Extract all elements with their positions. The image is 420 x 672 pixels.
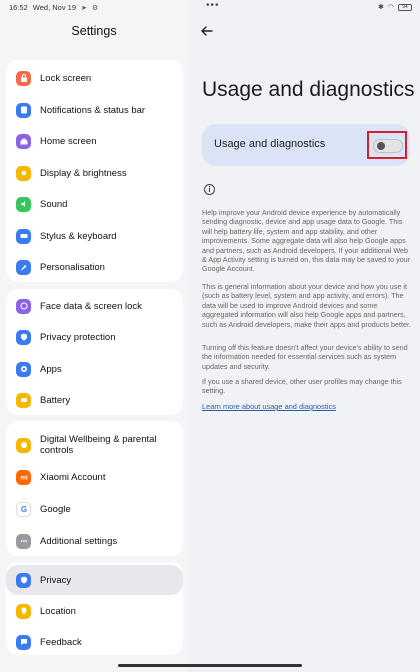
toggle-highlight-box <box>367 131 407 159</box>
toggle-label: Usage and diagnostics <box>214 138 326 150</box>
feedback-icon <box>16 634 31 650</box>
wifi-icon: ◠ <box>387 4 394 11</box>
sidebar-item-privacy[interactable]: Privacy <box>6 565 183 595</box>
sidebar-item-label: Display & brightness <box>40 167 127 179</box>
sidebar-item-label: Stylus & keyboard <box>40 230 117 242</box>
sidebar-item-label: Apps <box>40 363 62 375</box>
detail-pane: ••• ✱ ◠ 94 Usage and diagnostics Usage a… <box>188 0 420 672</box>
status-icons: ✱ ◠ 94 <box>378 3 412 11</box>
sidebar-item-battery[interactable]: Battery <box>6 385 183 415</box>
sidebar-item-stylus-keyboard[interactable]: Stylus & keyboard <box>6 221 183 251</box>
description-paragraph-4: If you use a shared device, other user p… <box>202 377 402 396</box>
google-icon: G <box>16 501 31 517</box>
description-paragraph-2: This is general information about your d… <box>202 282 411 329</box>
sidebar-item-label: Sound <box>40 198 68 210</box>
lock-icon <box>16 70 31 86</box>
sidebar-item-label: Google <box>40 503 71 515</box>
home-indicator[interactable] <box>118 664 302 667</box>
sidebar-item-label: Personalisation <box>40 261 105 273</box>
page-title: Usage and diagnostics <box>202 78 415 101</box>
sidebar-title: Settings <box>71 24 117 38</box>
sidebar-item-label: Location <box>40 605 76 617</box>
description-paragraph-1: Help improve your Android device experie… <box>202 208 411 274</box>
sidebar-item-personalisation[interactable]: Personalisation <box>6 252 183 282</box>
apps-icon <box>16 361 31 377</box>
battery-icon <box>16 392 31 408</box>
send-icon: ➤ <box>81 4 87 12</box>
settings-group-card: Privacy Location Feedback <box>6 562 183 655</box>
status-bar-left: 16:52 Wed, Nov 19 ➤ ⚙ <box>9 3 98 12</box>
location-icon <box>16 603 31 619</box>
sidebar-item-label: Lock screen <box>40 72 92 84</box>
wellbeing-icon <box>16 437 31 453</box>
mi-icon: mi <box>16 469 31 485</box>
settings-group-card: Face data & screen lock Privacy protectio… <box>6 289 183 415</box>
more-icon <box>16 533 31 549</box>
usage-diagnostics-row[interactable]: Usage and diagnostics <box>202 124 410 166</box>
settings-group-card: Digital Wellbeing & parental controls mi X… <box>6 421 183 556</box>
status-time: 16:52 <box>9 3 28 12</box>
sidebar-item-apps[interactable]: Apps <box>6 354 183 384</box>
home-icon <box>16 133 31 149</box>
sound-icon <box>16 196 31 212</box>
sidebar-item-lock-screen[interactable]: Lock screen <box>6 63 183 93</box>
sidebar-item-notifications-status-bar[interactable]: Notifications & status bar <box>6 95 183 125</box>
sidebar-item-location[interactable]: Location <box>6 596 183 626</box>
sidebar-item-label: Additional settings <box>40 535 118 547</box>
keyboard-icon <box>16 228 31 244</box>
sidebar-item-label: Home screen <box>40 135 97 147</box>
privacy-icon <box>16 572 31 588</box>
sidebar-item-label: Xiaomi Account <box>40 471 106 483</box>
sidebar-item-home-screen[interactable]: Home screen <box>6 126 183 156</box>
sidebar-item-additional-settings[interactable]: Additional settings <box>6 526 183 556</box>
more-dots-icon[interactable]: ••• <box>206 0 220 11</box>
sidebar-item-label: Notifications & status bar <box>40 104 146 116</box>
gear-icon: ⚙ <box>91 4 99 12</box>
notification-icon <box>16 102 31 118</box>
sidebar-item-google[interactable]: G Google <box>6 494 183 524</box>
sidebar-item-face-data-screen-lock[interactable]: Face data & screen lock <box>6 291 183 321</box>
sidebar-item-label: Face data & screen lock <box>40 300 142 312</box>
sidebar-item-feedback[interactable]: Feedback <box>6 627 183 657</box>
description-paragraph-3: Turning off this feature doesn't affect … <box>202 343 408 371</box>
sidebar-item-label: Digital Wellbeing & parental controls <box>40 434 157 456</box>
info-icon: i <box>204 184 215 195</box>
learn-more-link[interactable]: Learn more about usage and diagnostics <box>202 402 336 411</box>
sidebar-item-sound[interactable]: Sound <box>6 189 183 219</box>
settings-group-card: Lock screen Notifications & status bar Hom… <box>6 60 183 282</box>
sidebar-item-label: Privacy <box>40 574 72 586</box>
face-icon <box>16 298 31 314</box>
svg-text:mi: mi <box>20 475 27 481</box>
sidebar-item-label: Battery <box>40 394 71 406</box>
battery-indicator: 94 <box>398 3 412 11</box>
bluetooth-icon: ✱ <box>378 4 384 11</box>
brush-icon <box>16 259 31 275</box>
sidebar-item-label: Privacy protection <box>40 331 116 343</box>
usage-diagnostics-toggle[interactable] <box>373 139 403 153</box>
sidebar-item-digital-wellbeing-parental-controls[interactable]: Digital Wellbeing & parental controls <box>6 430 183 460</box>
sidebar-item-privacy-protection[interactable]: Privacy protection <box>6 322 183 352</box>
settings-sidebar: 16:52 Wed, Nov 19 ➤ ⚙ Settings Lock scre… <box>0 0 188 672</box>
sun-icon <box>16 165 31 181</box>
sidebar-item-display-brightness[interactable]: Display & brightness <box>6 158 183 188</box>
back-arrow-icon[interactable] <box>200 24 214 38</box>
sidebar-item-label: Feedback <box>40 636 82 648</box>
status-date: Wed, Nov 19 <box>32 3 76 12</box>
sidebar-item-xiaomi-account[interactable]: mi Xiaomi Account <box>6 462 183 492</box>
svg-text:G: G <box>20 505 26 514</box>
toggle-knob <box>377 142 385 150</box>
shield-icon <box>16 329 31 345</box>
